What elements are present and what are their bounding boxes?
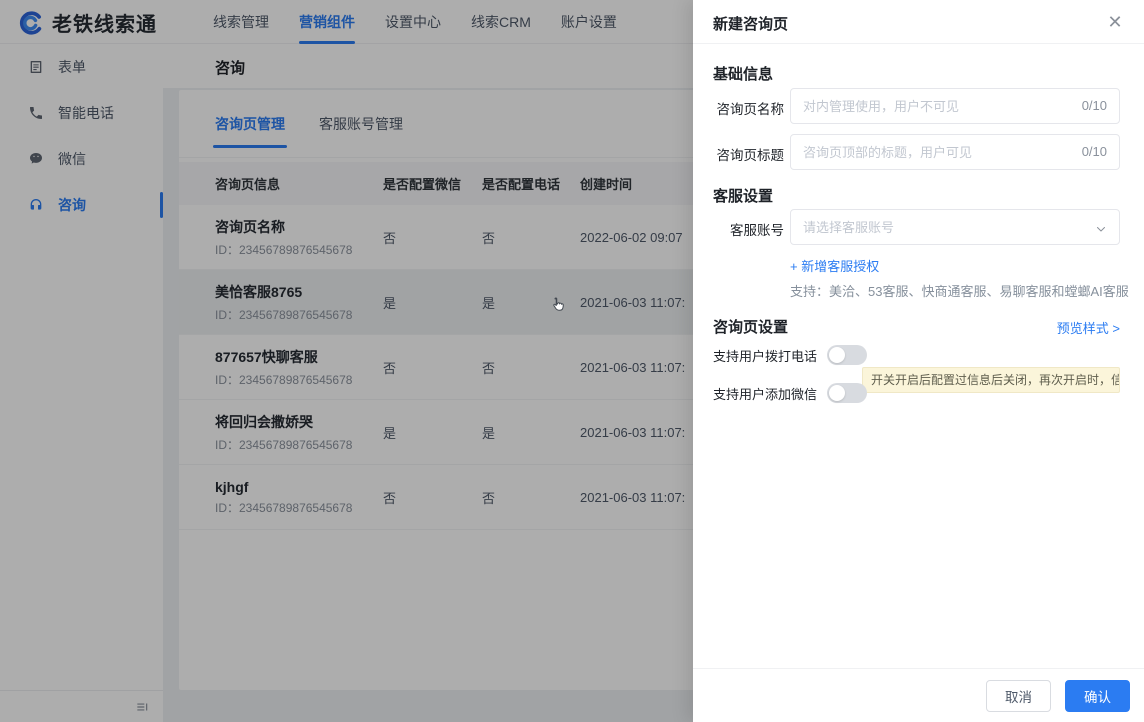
allow-call-toggle[interactable] (827, 345, 868, 365)
page-name-counter: 0/10 (1081, 98, 1107, 113)
page-title-input[interactable] (803, 135, 1053, 169)
toggle-label-allow-wechat: 支持用户添加微信 (713, 386, 818, 402)
create-consult-page-drawer: 新建咨询页 ✕ 基础信息 咨询页名称 0/10 咨询页标题 0/10 客服设置 … (693, 0, 1144, 722)
section-title-basic-info: 基础信息 (713, 66, 774, 83)
field-label-page-title: 咨询页标题 (716, 148, 785, 163)
service-account-select-input[interactable] (803, 210, 1053, 244)
field-label-page-name: 咨询页名称 (716, 102, 785, 117)
service-account-select[interactable] (790, 209, 1120, 245)
preview-style-link[interactable]: 预览样式 > (1057, 318, 1120, 337)
section-title-service-settings: 客服设置 (713, 188, 774, 205)
page-name-input-wrap: 0/10 (790, 88, 1120, 124)
toggle-tooltip: 开关开启后配置过信息后关闭，再次开启时，信息保留 (862, 367, 1120, 393)
section-title-page-settings: 咨询页设置 (713, 319, 789, 336)
page-title-counter: 0/10 (1081, 144, 1107, 159)
drawer-footer: 取消 确认 (693, 668, 1144, 722)
allow-wechat-toggle[interactable] (827, 383, 868, 403)
page-name-input[interactable] (803, 89, 1053, 123)
toggle-knob (829, 347, 846, 363)
chevron-down-icon (1095, 222, 1107, 240)
app-window: 老铁线索通 线索管理 营销组件 设置中心 线索CRM 账户设置 表单 智能电话 (0, 0, 1144, 722)
drawer-title: 新建咨询页 (713, 16, 789, 33)
cancel-button[interactable]: 取消 (986, 679, 1051, 712)
confirm-button[interactable]: 确认 (1065, 679, 1130, 712)
page-title-input-wrap: 0/10 (790, 134, 1120, 170)
close-icon[interactable]: ✕ (1104, 11, 1126, 33)
drawer-header: 新建咨询页 ✕ (693, 0, 1144, 44)
toggle-knob (829, 385, 846, 401)
add-service-auth-link[interactable]: + 新增客服授权 (790, 256, 879, 275)
toggle-row-allow-call: 支持用户拨打电话 (713, 345, 868, 365)
toggle-row-allow-wechat: 支持用户添加微信 (713, 383, 868, 403)
field-label-service-account: 客服账号 (730, 223, 784, 238)
supported-providers-note: 支持：美洽、53客服、快商通客服、易聊客服和螳螂AI客服 (790, 284, 1129, 299)
toggle-label-allow-call: 支持用户拨打电话 (713, 348, 818, 364)
